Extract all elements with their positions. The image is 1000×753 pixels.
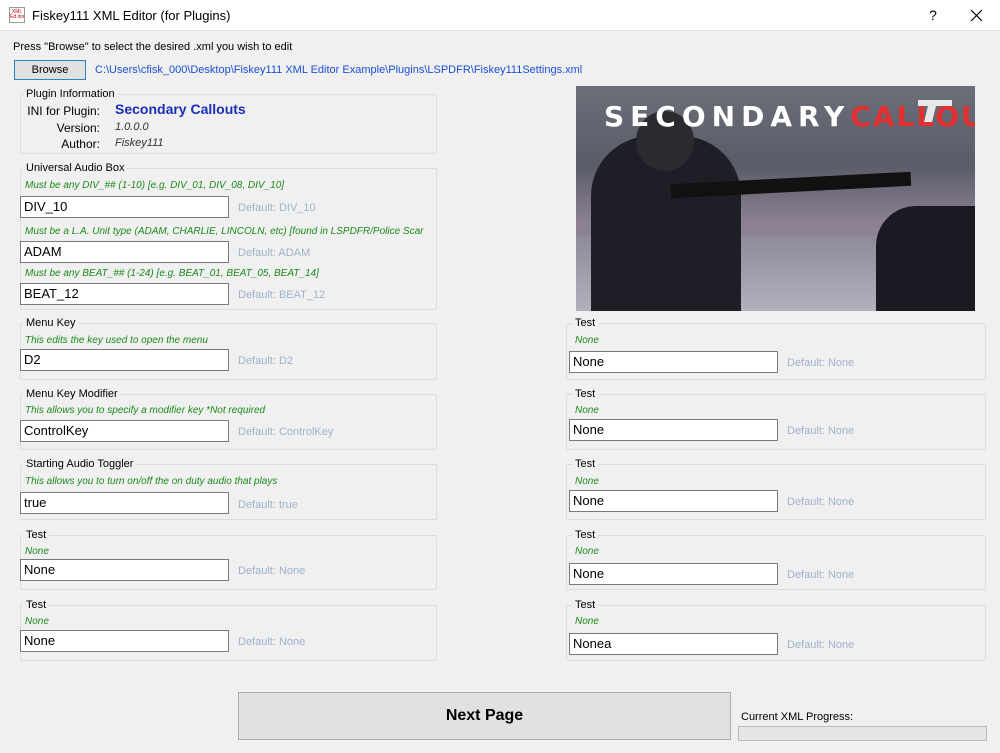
author-key: Author: (61, 137, 100, 151)
right-test-default-2: Default: None (787, 425, 855, 437)
menu-key-label: Menu Key (23, 317, 79, 329)
right-test-label-4: Test (572, 529, 599, 541)
left-test-hint-1: None (25, 546, 49, 557)
right-test-input-5[interactable]: Nonea (569, 633, 778, 655)
progress-label: Current XML Progress: (741, 711, 854, 723)
audio-beat-hint: Must be any BEAT_## (1-24) [e.g. BEAT_01… (25, 268, 319, 279)
right-test-label-2: Test (572, 388, 599, 400)
audio-toggler-input[interactable]: true (20, 492, 229, 514)
version-value: 1.0.0.0 (115, 121, 149, 133)
close-icon (970, 9, 983, 22)
right-test-default-4: Default: None (787, 569, 855, 581)
menu-key-modifier-label: Menu Key Modifier (23, 388, 121, 400)
file-path-link[interactable]: C:\Users\cfisk_000\Desktop\Fiskey111 XML… (95, 64, 582, 76)
plugin-name: Secondary Callouts (115, 101, 246, 117)
left-test-hint-2: None (25, 616, 49, 627)
audio-unit-hint: Must be a L.A. Unit type (ADAM, CHARLIE,… (25, 226, 424, 237)
window-title: Fiskey111 XML Editor (for Plugins) (32, 8, 231, 23)
left-test-default-2: Default: None (238, 636, 306, 648)
xml-progress-bar (738, 726, 987, 741)
menu-key-modifier-input[interactable]: ControlKey (20, 420, 229, 442)
right-test-default-5: Default: None (787, 639, 855, 651)
close-button[interactable] (956, 0, 996, 31)
audio-box-label: Universal Audio Box (23, 162, 128, 174)
audio-unit-default: Default: ADAM (238, 247, 311, 259)
next-page-button[interactable]: Next Page (238, 692, 731, 740)
menu-key-hint: This edits the key used to open the menu (25, 335, 208, 346)
menu-key-default: Default: D2 (238, 355, 294, 367)
right-test-hint-2: None (575, 405, 599, 416)
audio-toggler-hint: This allows you to turn on/off the on du… (25, 476, 278, 487)
left-test-label-2: Test (23, 599, 50, 611)
audio-toggler-default: Default: true (238, 499, 298, 511)
right-test-input-4[interactable]: None (569, 563, 778, 585)
right-test-label-1: Test (572, 317, 599, 329)
title-bar: XML Ed.itor Fiskey111 XML Editor (for Pl… (0, 0, 1000, 31)
right-test-label-3: Test (572, 458, 599, 470)
right-test-input-1[interactable]: None (569, 351, 778, 373)
audio-beat-default: Default: BEAT_12 (238, 289, 326, 301)
right-test-input-2[interactable]: None (569, 419, 778, 441)
banner-car (876, 206, 975, 311)
version-key: Version: (56, 121, 100, 135)
audio-div-hint: Must be any DIV_## (1-10) [e.g. DIV_01, … (25, 180, 285, 191)
help-button[interactable]: ? (920, 0, 946, 31)
right-test-default-1: Default: None (787, 357, 855, 369)
plugin-banner-image: SECONDARYCALLOUTS (576, 86, 975, 311)
right-test-hint-3: None (575, 476, 599, 487)
banner-title-secondary: SECONDARY (604, 100, 851, 133)
plugin-info-label: Plugin Information (23, 88, 118, 100)
left-test-input-2[interactable]: None (20, 630, 229, 652)
pistol-icon (918, 100, 952, 122)
right-test-hint-4: None (575, 546, 599, 557)
right-test-hint-1: None (575, 335, 599, 346)
audio-beat-input[interactable]: BEAT_12 (20, 283, 229, 305)
right-test-label-5: Test (572, 599, 599, 611)
audio-toggler-label: Starting Audio Toggler (23, 458, 137, 470)
app-icon: XML Ed.itor (9, 7, 25, 23)
menu-key-modifier-default: Default: ControlKey (238, 426, 334, 438)
audio-unit-input[interactable]: ADAM (20, 241, 229, 263)
author-value: Fiskey111 (115, 137, 164, 149)
right-test-default-3: Default: None (787, 496, 855, 508)
menu-key-input[interactable]: D2 (20, 349, 229, 371)
browse-button[interactable]: Browse (14, 60, 86, 80)
right-test-input-3[interactable]: None (569, 490, 778, 512)
menu-key-modifier-hint: This allows you to specify a modifier ke… (25, 405, 266, 416)
audio-div-input[interactable]: DIV_10 (20, 196, 229, 218)
left-test-default-1: Default: None (238, 565, 306, 577)
audio-div-default: Default: DIV_10 (238, 202, 316, 214)
left-test-input-1[interactable]: None (20, 559, 229, 581)
browse-instruction: Press "Browse" to select the desired .xm… (13, 41, 293, 53)
banner-title-callouts: CALLOUTS (850, 100, 975, 133)
ini-plugin-key: INI for Plugin: (27, 104, 100, 118)
right-test-hint-5: None (575, 616, 599, 627)
left-test-label-1: Test (23, 529, 50, 541)
